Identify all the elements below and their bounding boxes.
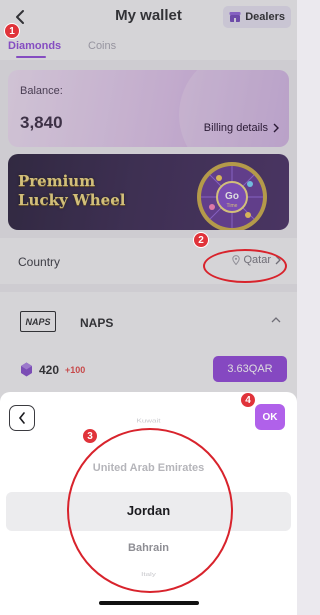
annotation-marker-4: 4 (240, 392, 256, 408)
picker-option[interactable]: Kuwait (0, 417, 297, 423)
billing-details-label: Billing details (203, 122, 268, 134)
annotation-ring-country (203, 249, 287, 283)
annotation-marker-1: 1 (4, 23, 20, 39)
home-indicator (99, 601, 199, 605)
annotation-marker-2: 2 (193, 232, 209, 248)
annotation-marker-3: 3 (82, 428, 98, 444)
chevron-right-icon (273, 123, 279, 133)
annotation-ring-picker (67, 428, 233, 593)
billing-details-link[interactable]: Billing details (204, 122, 279, 134)
